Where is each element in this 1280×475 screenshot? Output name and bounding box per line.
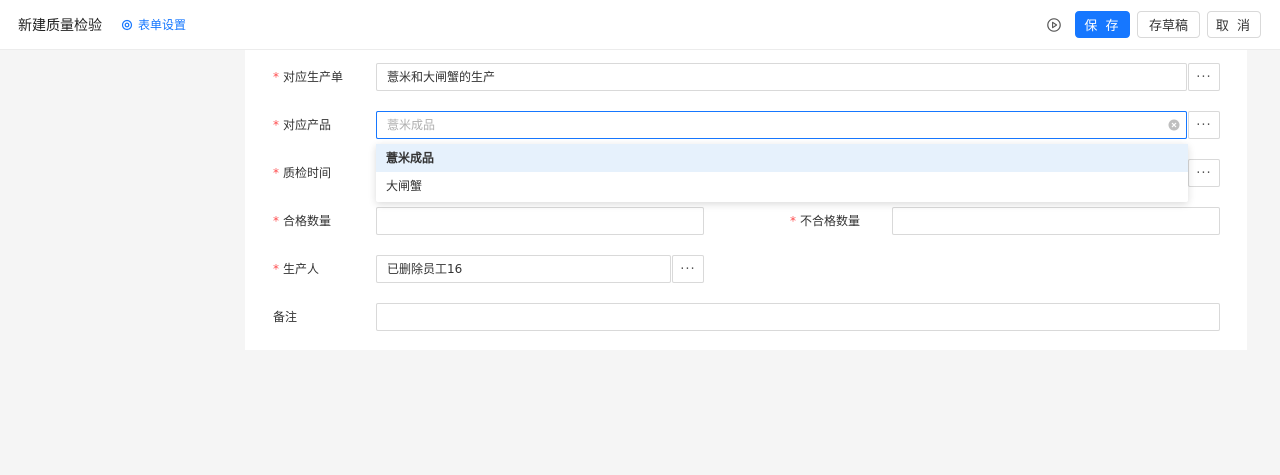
qualified-qty-input[interactable]	[376, 207, 704, 235]
product-label: * 对应产品	[273, 111, 331, 139]
product-more-button[interactable]: ···	[1188, 111, 1220, 139]
remark-input[interactable]	[376, 303, 1220, 331]
product-dropdown: 薏米成品 大闸蟹	[376, 144, 1188, 202]
product-placeholder: 薏米成品	[387, 118, 436, 132]
required-mark: *	[273, 70, 279, 84]
producer-input[interactable]: 已删除员工16	[376, 255, 671, 283]
top-header: 新建质量检验 表单设置 保 存 存草稿 取 消	[0, 0, 1280, 50]
producer-more-button[interactable]: ···	[672, 255, 704, 283]
required-mark: *	[273, 214, 279, 228]
save-draft-button[interactable]: 存草稿	[1137, 11, 1200, 38]
unqualified-qty-label: * 不合格数量	[790, 207, 860, 235]
cancel-button[interactable]: 取 消	[1207, 11, 1261, 38]
inspect-time-label-text: 质检时间	[283, 166, 332, 180]
producer-value: 已删除员工16	[387, 262, 463, 276]
qualified-qty-label: * 合格数量	[273, 207, 331, 235]
production-order-more-button[interactable]: ···	[1188, 63, 1220, 91]
producer-label-text: 生产人	[283, 262, 320, 276]
required-mark: *	[273, 262, 279, 276]
production-order-input[interactable]: 薏米和大闸蟹的生产	[376, 63, 1187, 91]
form-settings-label: 表单设置	[138, 18, 187, 32]
remark-label: 备注	[273, 310, 298, 324]
required-mark: *	[273, 166, 279, 180]
gear-icon	[121, 19, 133, 30]
production-order-value: 薏米和大闸蟹的生产	[387, 70, 496, 84]
production-order-label: * 对应生产单	[273, 63, 343, 91]
inspect-time-more-button[interactable]: ···	[1188, 159, 1220, 187]
page-title: 新建质量检验	[18, 18, 102, 34]
inspect-time-label: * 质检时间	[273, 159, 331, 187]
qualified-qty-label-text: 合格数量	[283, 214, 332, 228]
dropdown-option[interactable]: 薏米成品	[376, 144, 1188, 172]
unqualified-qty-input[interactable]	[892, 207, 1220, 235]
product-select-input[interactable]: 薏米成品	[376, 111, 1187, 139]
play-circle-icon[interactable]	[1046, 17, 1062, 33]
dropdown-option[interactable]: 大闸蟹	[376, 172, 1188, 200]
product-label-text: 对应产品	[283, 118, 332, 132]
clear-circle-icon[interactable]	[1168, 119, 1180, 131]
production-order-label-text: 对应生产单	[283, 70, 344, 84]
unqualified-qty-label-text: 不合格数量	[800, 214, 861, 228]
required-mark: *	[273, 118, 279, 132]
required-mark: *	[790, 214, 796, 228]
producer-label: * 生产人	[273, 255, 319, 283]
save-button[interactable]: 保 存	[1075, 11, 1130, 38]
form-settings-link[interactable]: 表单设置	[121, 16, 186, 33]
